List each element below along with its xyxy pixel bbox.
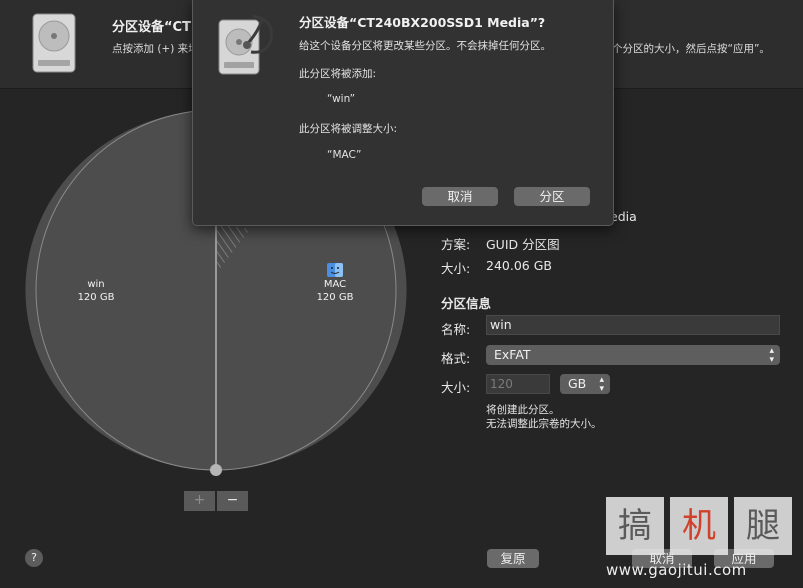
revert-button[interactable]: 复原 [487, 549, 539, 568]
window-subtitle-continued: 个分区的大小，然后点按“应用”。 [612, 43, 770, 55]
pie-label-win-name: win [87, 279, 105, 290]
partition-add-remove: + − [184, 491, 248, 511]
device-size-value: 240.06 GB [486, 258, 552, 273]
watermark-url: www.gaojitui.com [606, 561, 747, 579]
dialog-cancel-button[interactable]: 取消 [422, 187, 498, 206]
dialog-resize-heading: 此分区将被调整大小: [299, 123, 398, 135]
partition-size-input[interactable]: 120 [486, 374, 550, 394]
watermark-char-1: 搞 [606, 497, 664, 555]
format-select[interactable]: ExFAT ▴ ▾ [486, 345, 780, 365]
dialog-resize-item: “MAC” [327, 149, 362, 161]
chevron-updown-icon: ▴ ▾ [599, 375, 604, 394]
dialog-add-heading: 此分区将被添加: [299, 68, 377, 80]
pie-label-mac-size: 120 GB [316, 292, 354, 303]
pie-label-mac-name: MAC [323, 279, 347, 290]
dialog-title: 分区设备“CT240BX200SSD1 Media”? [299, 15, 546, 30]
hard-drive-icon [32, 13, 76, 73]
format-select-value: ExFAT [494, 347, 531, 362]
pie-label-win-size: 120 GB [77, 292, 115, 303]
size-unit-value: GB [568, 376, 587, 391]
window-subtitle: 点按添加 (+) 来增 [112, 43, 199, 55]
pie-resize-handle[interactable] [210, 464, 222, 476]
size-unit-select[interactable]: GB ▴ ▾ [560, 374, 610, 394]
remove-partition-button[interactable]: − [217, 491, 248, 511]
scheme-label: 方案: [441, 237, 471, 252]
partition-note-line1: 将创建此分区。 [486, 404, 560, 416]
device-name-partial: edia [610, 209, 637, 224]
partition-note-line2: 无法调整此宗卷的大小。 [486, 418, 602, 430]
disk-utility-stethoscope-icon [218, 14, 274, 75]
help-button[interactable]: ? [25, 549, 43, 567]
pie-label-win: win 120 GB [76, 278, 116, 304]
name-label: 名称: [441, 322, 471, 337]
dialog-add-item: “win” [327, 93, 356, 105]
window-title: 分区设备“CT [112, 20, 191, 35]
partition-info-title: 分区信息 [441, 296, 492, 311]
watermark-char-3: 腿 [734, 497, 792, 555]
partition-name-input[interactable]: win [486, 315, 780, 335]
format-label: 格式: [441, 351, 471, 366]
partition-confirm-dialog: 分区设备“CT240BX200SSD1 Media”? 给这个设备分区将更改某些… [192, 0, 614, 226]
partition-note: 将创建此分区。 无法调整此宗卷的大小。 [486, 403, 602, 431]
pie-segment-win[interactable] [25, 110, 216, 470]
partition-size-label: 大小: [441, 380, 471, 395]
dialog-message: 给这个设备分区将更改某些分区。不会抹掉任何分区。 [299, 40, 551, 52]
device-size-label: 大小: [441, 261, 471, 276]
pie-label-mac: MAC 120 GB [312, 278, 358, 304]
dialog-partition-button[interactable]: 分区 [514, 187, 590, 206]
scheme-value: GUID 分区图 [486, 237, 560, 252]
chevron-updown-icon: ▴ ▾ [769, 346, 774, 365]
watermark: 搞 机 腿 www.gaojitui.com [602, 497, 798, 583]
watermark-char-2: 机 [670, 497, 728, 555]
finder-icon [327, 263, 343, 277]
add-partition-button[interactable]: + [184, 491, 215, 511]
